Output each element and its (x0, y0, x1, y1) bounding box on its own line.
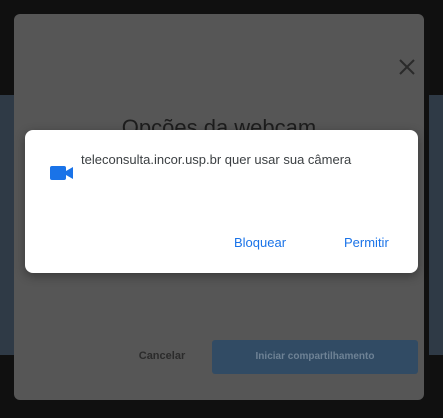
start-sharing-button[interactable]: Iniciar compartilhamento (212, 340, 418, 374)
close-icon (399, 59, 415, 75)
modal-footer: Cancelar Iniciar compartilhamento (14, 338, 424, 378)
block-button[interactable]: Bloquear (234, 235, 286, 250)
allow-button[interactable]: Permitir (344, 235, 389, 250)
background-panel-left (0, 95, 14, 355)
permission-message: teleconsulta.incor.usp.br quer usar sua … (81, 152, 352, 167)
camera-permission-dialog: teleconsulta.incor.usp.br quer usar sua … (25, 130, 418, 273)
permission-actions: Bloquear Permitir (25, 232, 418, 256)
background-panel-right (429, 95, 443, 355)
cancel-button[interactable]: Cancelar (114, 350, 210, 368)
screen: Opções da webcam Cancelar Iniciar compar… (0, 0, 443, 418)
close-button[interactable] (394, 54, 420, 80)
video-camera-icon (50, 164, 74, 182)
